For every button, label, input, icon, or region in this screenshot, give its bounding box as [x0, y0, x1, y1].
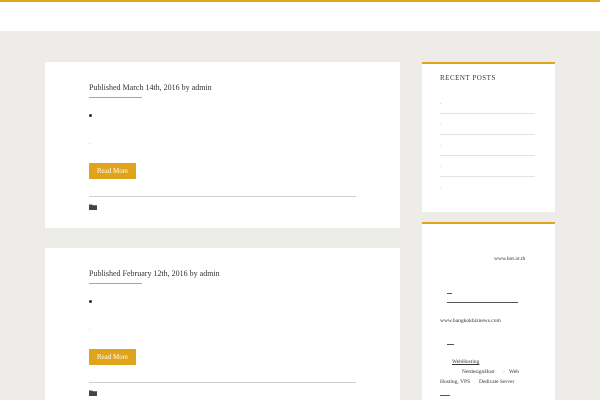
divider-short	[447, 293, 452, 294]
list-bullet	[89, 300, 92, 303]
post-divider	[89, 382, 356, 383]
recent-post-divider	[440, 176, 535, 177]
post-meta: Published March 14th, 2016 by admin	[89, 83, 212, 92]
excerpt-dot: .	[89, 140, 91, 146]
list-bullet	[89, 114, 92, 117]
site-link-bangkokbiznews[interactable]: www.bangkokbiznews.com	[440, 318, 501, 325]
header-bar	[0, 0, 600, 31]
widget-title: RECENT POSTS	[440, 74, 496, 82]
recent-post-divider	[440, 134, 535, 135]
post-card: Published February 12th, 2016 by admin .…	[45, 248, 400, 400]
post-divider	[89, 196, 356, 197]
separator-dot: ·	[503, 369, 505, 375]
folder-icon	[89, 390, 97, 396]
read-more-button[interactable]: Read More	[89, 163, 136, 179]
links-widget: www.bot.or.th www.bangkokbiznews.com Web…	[422, 222, 555, 400]
excerpt-dot: .	[89, 326, 91, 332]
post-card: Published March 14th, 2016 by admin . Re…	[45, 62, 400, 228]
recent-post-link[interactable]: .	[440, 164, 441, 169]
recent-posts-widget: RECENT POSTS . . . . .	[422, 62, 555, 212]
netdesign-text: NetdesignHost	[462, 369, 495, 375]
post-meta: Published February 12th, 2016 by admin	[89, 269, 220, 278]
recent-post-divider	[440, 113, 535, 114]
read-more-button[interactable]: Read More	[89, 349, 136, 365]
web-hosting-link[interactable]: WebHosting	[452, 359, 479, 366]
recent-post-link[interactable]: .	[440, 101, 441, 106]
recent-post-divider	[440, 155, 535, 156]
dedicate-server-text: Dedicate Server	[479, 379, 515, 385]
hosting-vps-text: Hosting, VPS	[440, 379, 471, 385]
folder-icon	[89, 204, 97, 210]
recent-post-link[interactable]: .	[440, 143, 441, 148]
divider-long	[447, 302, 518, 303]
meta-underline	[89, 97, 142, 98]
meta-underline	[89, 283, 142, 284]
site-link-bot[interactable]: www.bot.or.th	[494, 256, 525, 263]
divider-short	[440, 395, 450, 396]
divider-short	[447, 344, 454, 345]
recent-post-link[interactable]: .	[440, 185, 441, 190]
web-text: Web	[509, 369, 519, 375]
recent-post-link[interactable]: .	[440, 122, 441, 127]
